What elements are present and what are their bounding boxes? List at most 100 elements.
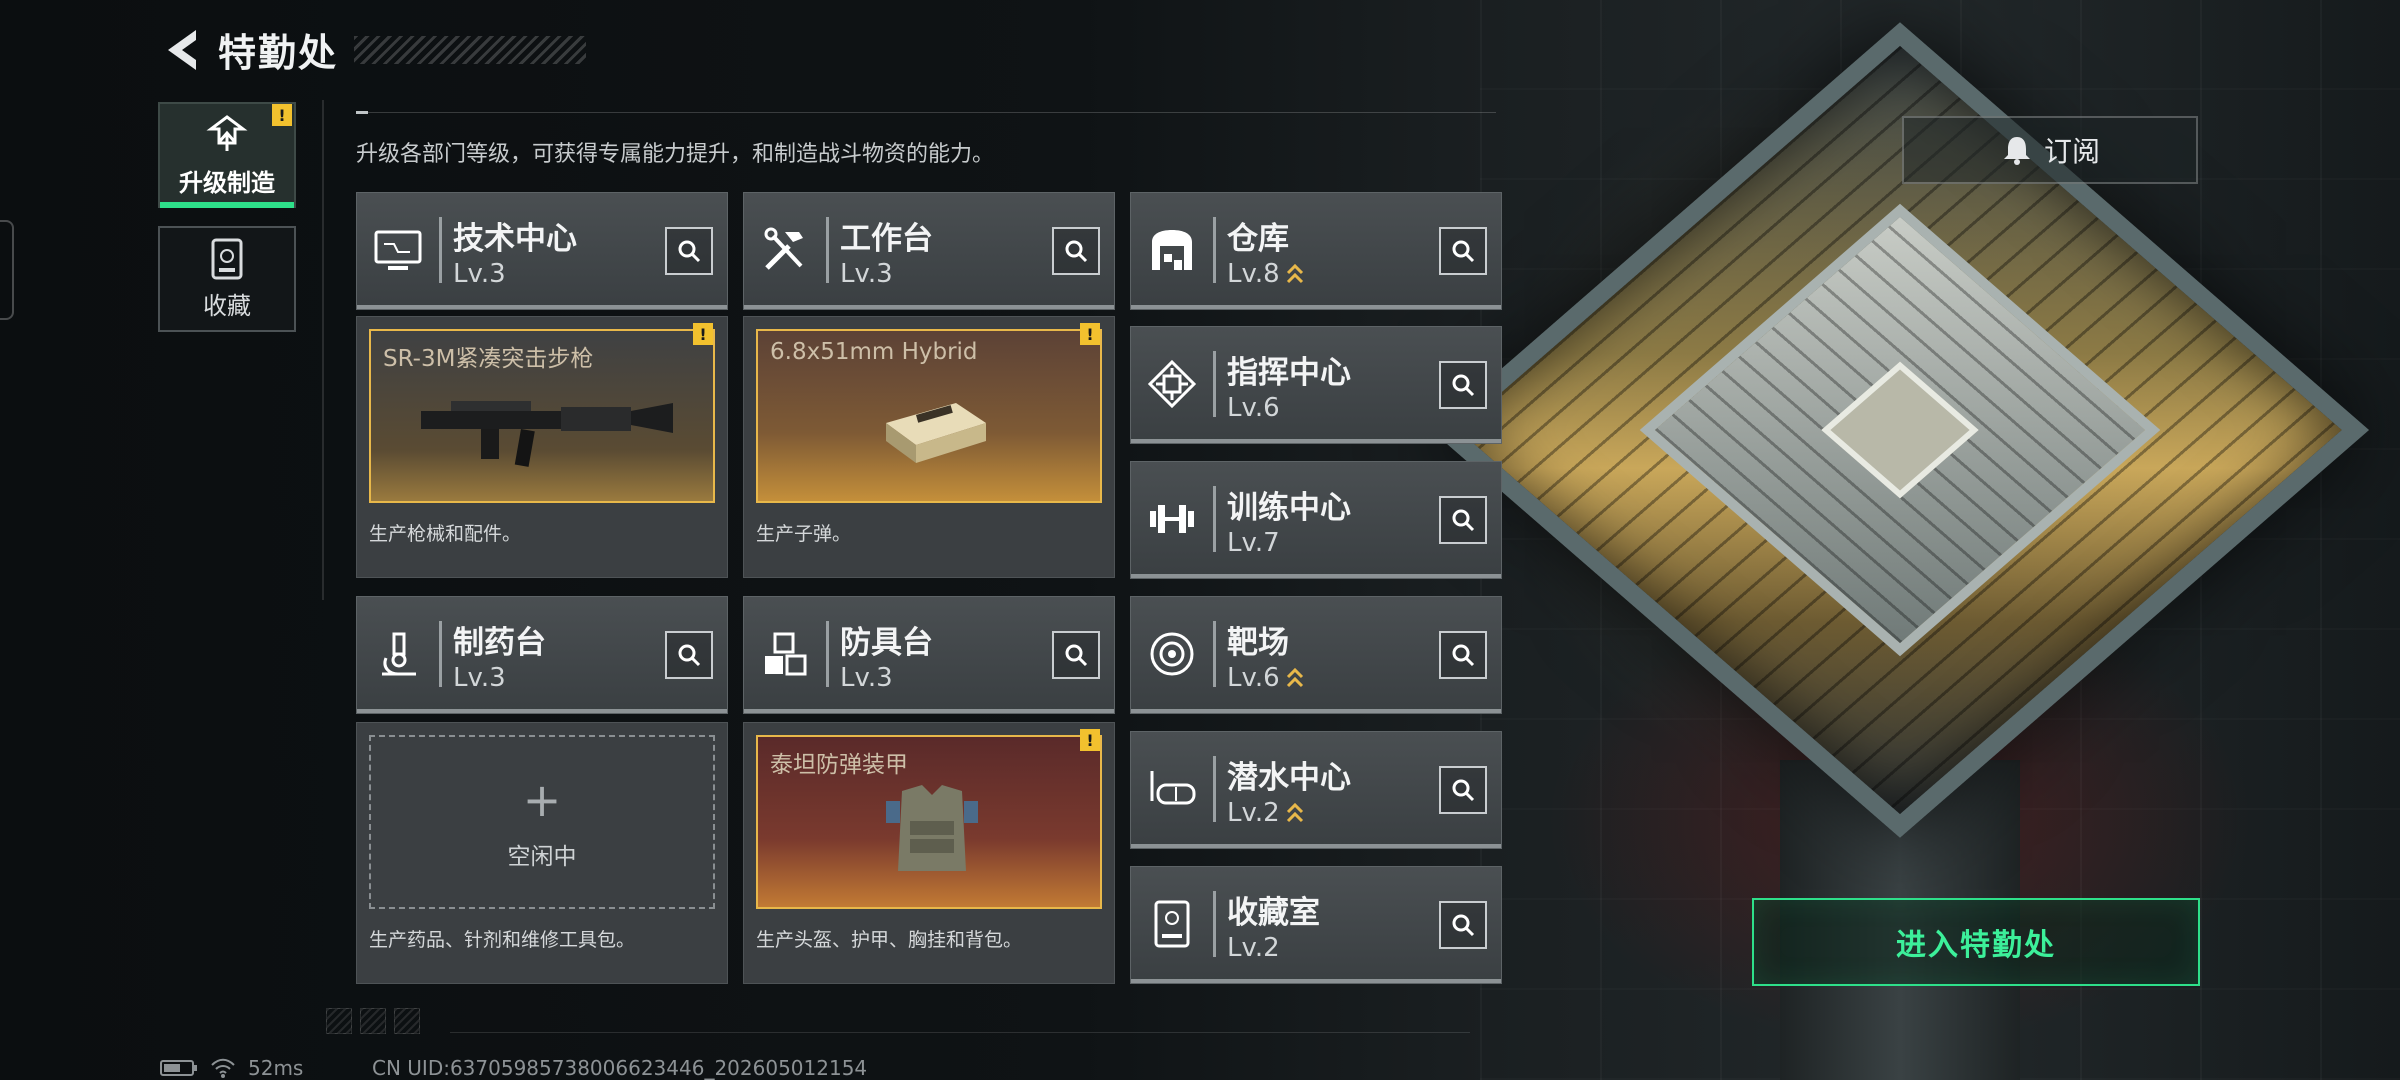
level-text: Lv.3 <box>453 259 506 289</box>
separator <box>439 621 442 687</box>
inspect-button[interactable] <box>1052 227 1100 275</box>
alert-badge: ! <box>272 104 292 126</box>
dept-level: Lv.2 <box>1227 798 1304 828</box>
inspect-button[interactable] <box>1439 361 1487 409</box>
dept-command-center[interactable]: 指挥中心 Lv.6 <box>1130 326 1502 444</box>
dept-name: 技术中心 <box>453 221 577 257</box>
header: 特勤处 <box>160 22 587 77</box>
level-text: Lv.6 <box>1227 663 1280 693</box>
warehouse-icon <box>1143 221 1201 279</box>
title-decoration <box>354 35 587 64</box>
alert-badge: ! <box>693 323 713 345</box>
production-description: 生产头盔、护甲、胸挂和背包。 <box>756 929 1023 951</box>
cube-core <box>1821 361 1979 499</box>
level-text: Lv.2 <box>1227 933 1280 963</box>
production-panel-ammo: 6.8x51mm Hybrid ! 生产子弹。 <box>743 316 1115 578</box>
dept-level: Lv.2 <box>1227 933 1280 963</box>
dept-level: Lv.6 <box>1227 663 1304 693</box>
ping-text: 52ms <box>248 1056 304 1080</box>
dept-name: 收藏室 <box>1227 895 1320 931</box>
alert-badge: ! <box>1080 323 1100 345</box>
microscope-icon <box>369 625 427 683</box>
upgrade-available-icon <box>1286 667 1303 688</box>
dept-warehouse[interactable]: 仓库 Lv.8 <box>1130 192 1502 310</box>
search-icon <box>1452 644 1475 667</box>
dept-diving-center[interactable]: 潜水中心 Lv.2 <box>1130 731 1502 849</box>
inspect-button[interactable] <box>1052 631 1100 679</box>
production-slot[interactable]: 6.8x51mm Hybrid ! <box>756 323 1102 503</box>
production-slot[interactable]: 泰坦防弹装甲 ! <box>756 729 1102 909</box>
dept-armor-bench[interactable]: 防具台 Lv.3 <box>743 596 1115 714</box>
dept-tech-center[interactable]: 技术中心 Lv.3 <box>356 192 728 310</box>
tab-label: 收藏 <box>203 291 251 320</box>
separator <box>826 217 829 283</box>
level-text: Lv.7 <box>1227 528 1280 558</box>
bottom-decoration <box>326 1008 420 1034</box>
dept-pharmacy[interactable]: 制药台 Lv.3 <box>356 596 728 714</box>
edge-handle[interactable] <box>0 220 14 320</box>
separator <box>1213 351 1216 417</box>
dept-level: Lv.3 <box>453 259 506 289</box>
dept-collection-room[interactable]: 收藏室 Lv.2 <box>1130 866 1502 984</box>
inspect-button[interactable] <box>1439 901 1487 949</box>
upgrade-available-icon <box>1286 263 1303 284</box>
chip-icon <box>1143 355 1201 413</box>
wifi-icon <box>211 1058 235 1078</box>
search-icon <box>1452 374 1475 397</box>
separator <box>826 621 829 687</box>
slot-item-name: SR-3M紧凑突击步枪 <box>383 346 594 372</box>
monitor-icon <box>369 221 427 279</box>
dept-name: 制药台 <box>453 625 546 661</box>
level-text: Lv.2 <box>1227 798 1280 828</box>
production-slot-idle[interactable]: + 空闲中 <box>369 735 715 909</box>
slot-item-name: 6.8x51mm Hybrid <box>770 339 978 365</box>
back-button[interactable] <box>160 24 204 76</box>
divider <box>450 1032 1470 1033</box>
enter-button-label: 进入特勤处 <box>1896 928 2056 963</box>
production-description: 生产枪械和配件。 <box>369 523 522 545</box>
dept-shooting-range[interactable]: 靶场 Lv.6 <box>1130 596 1502 714</box>
inspect-button[interactable] <box>1439 227 1487 275</box>
production-description: 生产药品、针剂和维修工具包。 <box>369 929 636 951</box>
production-panel-armor: 泰坦防弹装甲 ! 生产头盔、护甲、胸挂和背包。 <box>743 722 1115 984</box>
inspect-button[interactable] <box>1439 631 1487 679</box>
tab-collection[interactable]: 收藏 <box>158 226 296 332</box>
enter-special-ops-button[interactable]: 进入特勤处 <box>1752 898 2200 986</box>
slot-item-name: 泰坦防弹装甲 <box>770 752 908 778</box>
dept-level: Lv.3 <box>840 259 893 289</box>
tab-label: 升级制造 <box>179 168 275 197</box>
inspect-button[interactable] <box>1439 766 1487 814</box>
production-panel-medical: + 空闲中 生产药品、针剂和维修工具包。 <box>356 722 728 984</box>
upgrade-icon <box>206 114 248 151</box>
dept-name: 潜水中心 <box>1227 760 1351 796</box>
subscribe-button[interactable]: 订阅 <box>1902 116 2198 184</box>
alert-badge: ! <box>1080 729 1100 751</box>
tab-upgrade-craft[interactable]: 升级制造 ! <box>158 102 296 208</box>
dept-level: Lv.8 <box>1227 259 1304 289</box>
inspect-button[interactable] <box>665 631 713 679</box>
separator <box>1213 756 1216 822</box>
inspect-button[interactable] <box>665 227 713 275</box>
idle-label: 空闲中 <box>507 844 577 870</box>
tools-icon <box>756 221 814 279</box>
dept-level: Lv.6 <box>1227 393 1280 423</box>
separator <box>439 217 442 283</box>
search-icon <box>1065 240 1088 263</box>
uid-text: CN UID:6370598573800662​3446_20260501215… <box>372 1056 868 1080</box>
level-text: Lv.3 <box>840 259 893 289</box>
search-icon <box>1452 779 1475 802</box>
production-slot[interactable]: SR-3M紧凑突击步枪 ! <box>369 323 715 503</box>
collection-icon <box>211 238 243 279</box>
page-description: 升级各部门等级，可获得专属能力提升，和制造战斗物资的能力。 <box>356 142 995 167</box>
dept-training-center[interactable]: 训练中心 Lv.7 <box>1130 461 1502 579</box>
search-icon <box>1452 509 1475 532</box>
rifle-icon <box>421 401 673 467</box>
dept-workbench[interactable]: 工作台 Lv.3 <box>743 192 1115 310</box>
level-text: Lv.3 <box>840 663 893 693</box>
separator <box>1213 217 1216 283</box>
status-bar: 52ms <box>160 1056 303 1080</box>
inspect-button[interactable] <box>1439 496 1487 544</box>
add-icon: + <box>522 773 562 827</box>
divider <box>322 100 324 600</box>
ammo-box-icon <box>886 403 986 463</box>
